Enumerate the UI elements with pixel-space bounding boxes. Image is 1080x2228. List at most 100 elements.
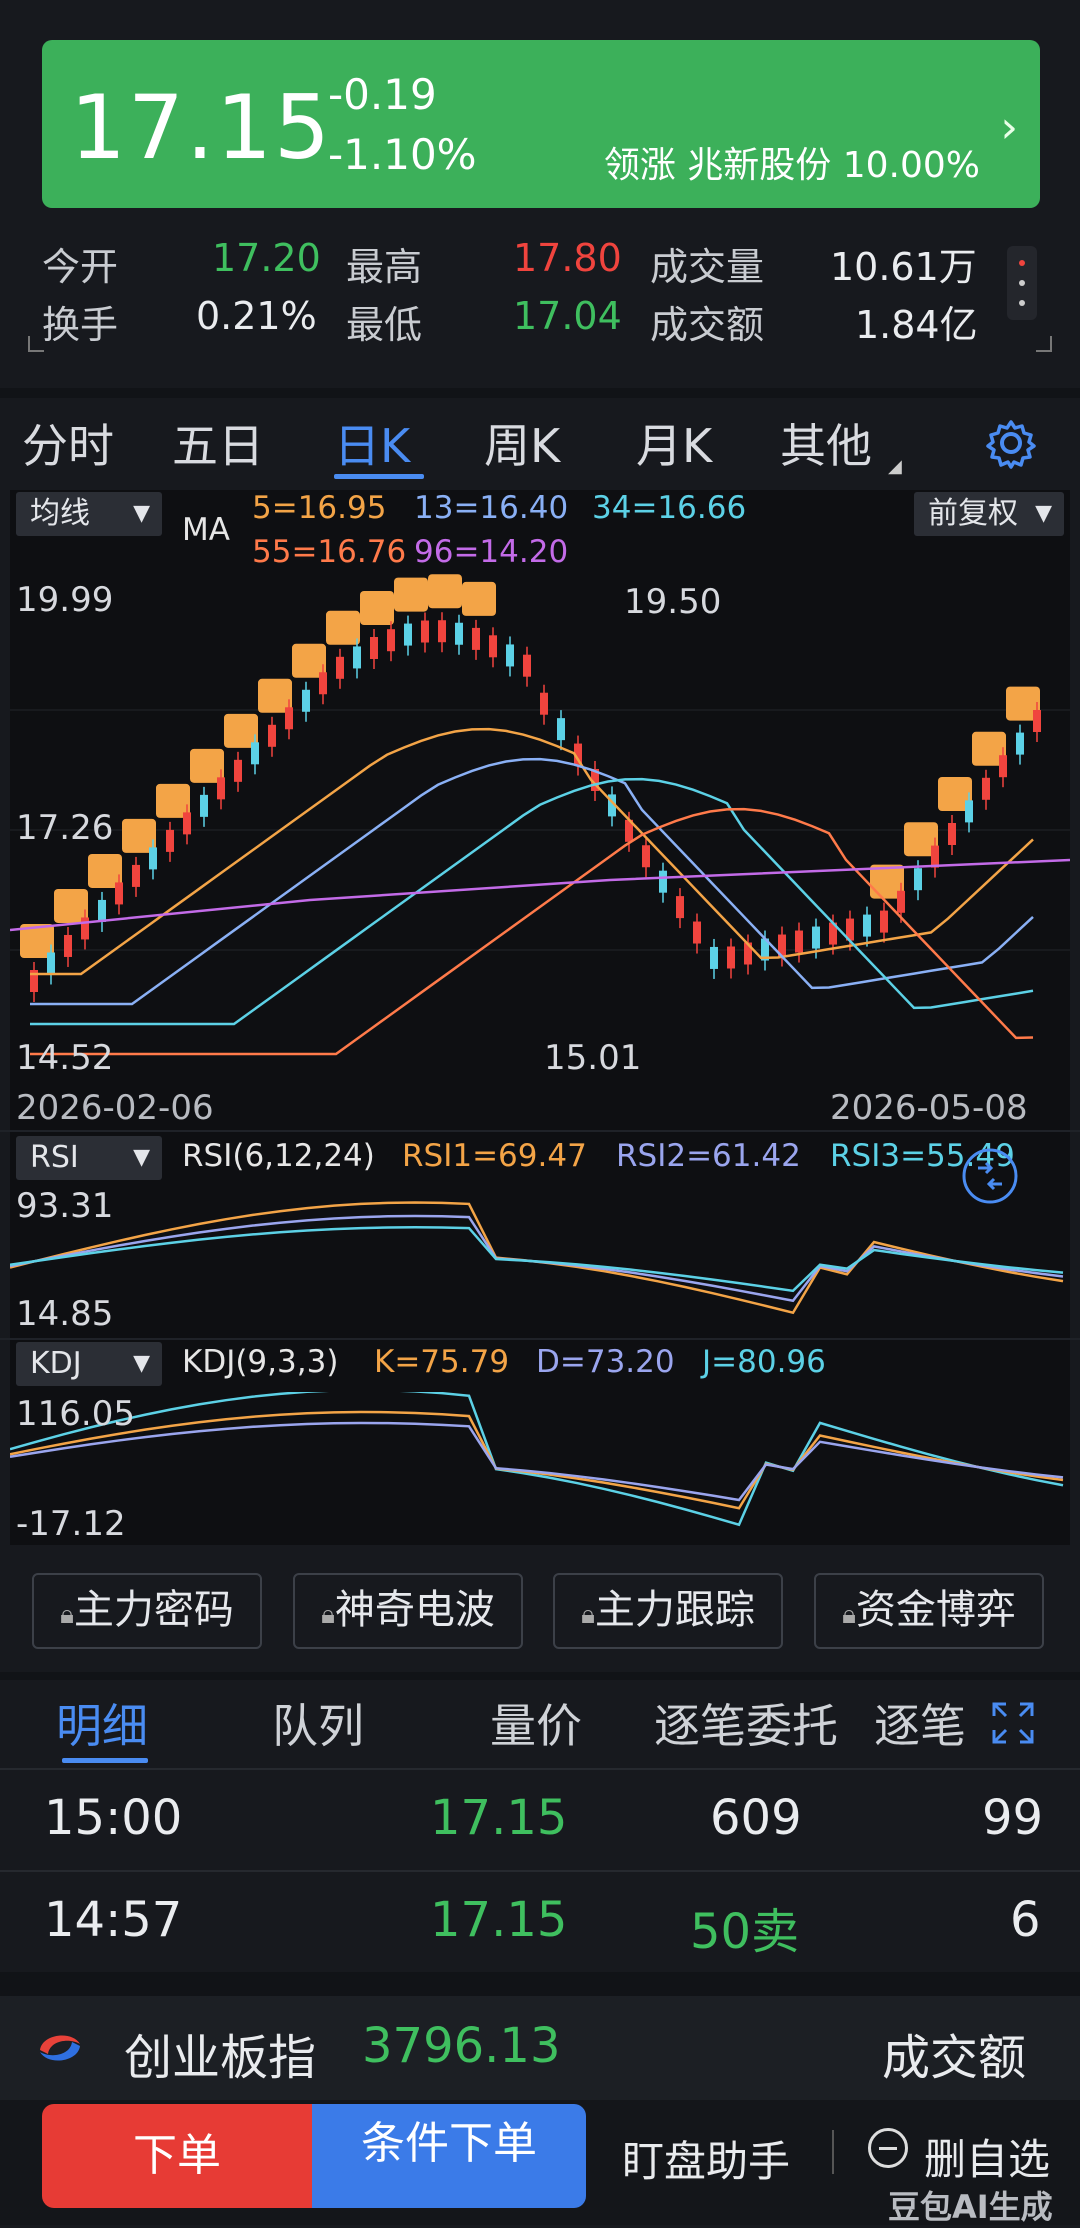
indicator-label: 均线: [30, 496, 90, 531]
ma13-legend: 13=16.40: [414, 490, 569, 526]
leading-stock-text: 领涨 兆新股份 10.00%: [603, 145, 980, 186]
watermark: 豆包AI生成: [888, 2188, 1053, 2226]
remove-watchlist-button[interactable]: 删自选: [924, 2126, 1050, 2187]
low-marker-label: 15.01: [544, 1038, 642, 1078]
feature-button-main-code[interactable]: 🔒︎主力密码: [32, 1573, 262, 1649]
candle-body: [370, 637, 378, 660]
high-marker-label: 19.50: [624, 582, 722, 622]
place-order-button[interactable]: 下单: [42, 2104, 312, 2208]
candle-body: [183, 812, 191, 835]
price-change-percent: -1.10%: [328, 130, 477, 179]
corner-mark: [1036, 336, 1052, 352]
candle-body: [421, 620, 429, 643]
settings-gear-icon[interactable]: [984, 416, 1038, 470]
expand-icon[interactable]: [990, 1700, 1036, 1746]
candle-body: [64, 934, 72, 957]
kdj-chart[interactable]: [10, 1392, 1070, 1542]
active-tab-underline: [62, 1758, 148, 1763]
adjust-label: 前复权: [928, 496, 1018, 531]
candle-body: [251, 742, 259, 765]
trade-volume: 609: [710, 1790, 802, 1846]
t-marker: [394, 577, 428, 612]
conditional-order-button[interactable]: 条件下单: [312, 2104, 586, 2208]
tab-five-day[interactable]: 五日: [172, 410, 264, 476]
tab-order-by-order[interactable]: 逐笔委托: [654, 1690, 838, 1756]
candle-body: [727, 946, 735, 969]
candle-body: [149, 847, 157, 870]
tab-volume-price[interactable]: 量价: [490, 1690, 582, 1756]
more-icon[interactable]: [1007, 246, 1037, 320]
price-banner[interactable]: 17.15 -0.19 -1.10% 领涨 兆新股份 10.00% ›: [42, 40, 1040, 208]
high-value: 17.80: [513, 236, 622, 280]
rsi-axis-bottom: 14.85: [16, 1294, 114, 1334]
feature-button-main-tracking[interactable]: 🔒︎主力跟踪: [553, 1573, 783, 1649]
trade-price: 17.15: [430, 1892, 568, 1948]
d-legend: D=73.20: [536, 1344, 675, 1380]
t-marker: [428, 574, 462, 609]
amount-label: 成交额: [650, 303, 765, 347]
index-value: 3796.13: [362, 2018, 561, 2074]
feature-button-magic-wave[interactable]: 🔒︎神奇电波: [293, 1573, 523, 1649]
candle-body: [1016, 732, 1024, 755]
tab-daily-k[interactable]: 日K: [334, 410, 410, 476]
candle-body: [914, 868, 922, 891]
tab-detail[interactable]: 明细: [56, 1690, 148, 1756]
high-label: 最高: [346, 245, 423, 289]
watch-assistant-button[interactable]: 盯盘助手: [622, 2128, 790, 2189]
candle-body: [319, 672, 327, 695]
rsi-line-1: [10, 1201, 1064, 1315]
tab-intraday[interactable]: 分时: [22, 410, 114, 476]
indicator-select[interactable]: 均线 ▼: [16, 492, 162, 536]
tab-tick-by-tick[interactable]: 逐笔: [874, 1690, 964, 1756]
rsi-params: RSI(6,12,24): [182, 1138, 375, 1174]
ma34-legend: 34=16.66: [592, 490, 747, 526]
tab-queue[interactable]: 队列: [272, 1690, 364, 1756]
j-legend: J=80.96: [702, 1344, 826, 1380]
candle-body: [982, 777, 990, 800]
rsi-axis-top: 93.31: [16, 1186, 114, 1226]
open-value: 17.20: [212, 236, 321, 280]
candle-body: [948, 822, 956, 845]
chevron-right-icon[interactable]: ›: [1000, 102, 1018, 153]
adjust-select[interactable]: 前复权 ▼: [914, 492, 1064, 536]
candle-body: [489, 635, 497, 658]
date-end: 2026-05-08: [830, 1088, 1028, 1128]
candle-body: [1033, 710, 1041, 732]
rsi-chart[interactable]: [10, 1186, 1070, 1336]
remove-icon[interactable]: [868, 2128, 908, 2168]
candle-body: [47, 952, 55, 975]
chevron-down-icon: ▼: [1035, 501, 1052, 526]
tab-weekly-k[interactable]: 周K: [484, 410, 560, 476]
feature-button-fund-game[interactable]: 🔒︎资金博弈: [814, 1573, 1044, 1649]
table-row: 14:57 17.15 50卖 6: [0, 1872, 1080, 1972]
candle-body: [897, 890, 905, 913]
trade-time: 15:00: [44, 1790, 183, 1846]
kdj-select[interactable]: KDJ ▼: [16, 1342, 162, 1386]
chevron-down-icon: ▼: [133, 501, 150, 526]
kline-chart[interactable]: [10, 560, 1070, 1080]
tab-monthly-k[interactable]: 月K: [636, 410, 712, 476]
tab-other[interactable]: 其他: [780, 410, 872, 476]
rsi2-legend: RSI2=61.42: [616, 1138, 801, 1174]
trade-volume: 50卖: [690, 1904, 800, 1960]
candle-body: [506, 644, 514, 667]
t-marker: [326, 610, 360, 645]
index-bar[interactable]: 创业板指 3796.13 成交额: [0, 1996, 1080, 2100]
candle-body: [472, 627, 480, 650]
exchange-logo-icon: [40, 2035, 80, 2061]
candle-body: [812, 926, 820, 949]
candle-body: [81, 917, 89, 940]
candle-body: [965, 800, 973, 823]
candle-body: [98, 899, 106, 922]
rsi-select[interactable]: RSI ▼: [16, 1136, 162, 1180]
rsi-line-2: [10, 1214, 1064, 1303]
chevron-down-icon: ▼: [133, 1351, 150, 1376]
candle-body: [404, 623, 412, 646]
candle-body: [523, 654, 531, 677]
switch-chart-icon[interactable]: [960, 1146, 1020, 1206]
turnover-value: 0.21%: [196, 294, 317, 338]
ma-label: MA: [182, 512, 230, 548]
rsi-label: RSI: [30, 1140, 79, 1175]
kdj-line-2: [10, 1410, 1064, 1510]
candle-body: [438, 620, 446, 643]
